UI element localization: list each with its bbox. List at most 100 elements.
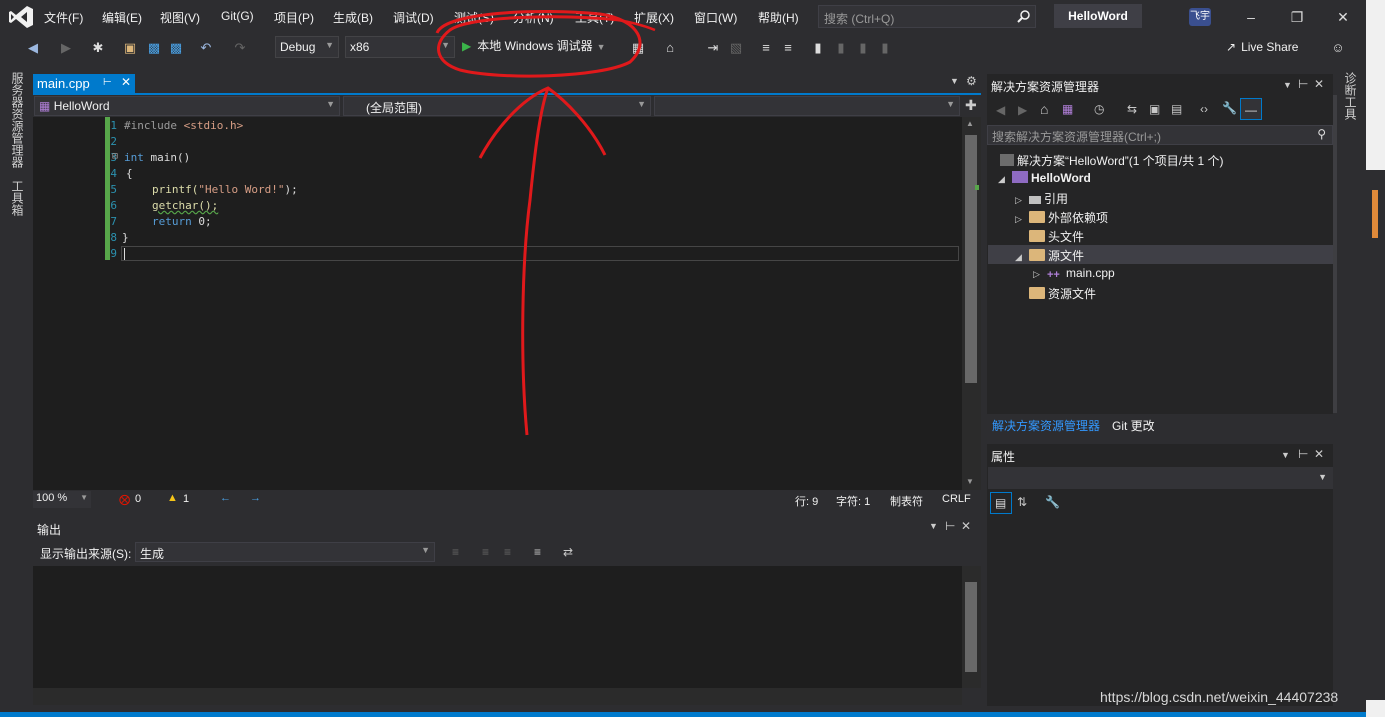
external-deps-node[interactable]: ▷ 外部依赖项 xyxy=(1015,209,1108,226)
zoom-select[interactable]: 100 % ▼ xyxy=(33,491,91,508)
expanded-icon[interactable]: ◢ xyxy=(1015,252,1029,263)
pin-icon[interactable]: ⊢ xyxy=(1298,77,1308,91)
main-cpp-node[interactable]: ▷ ++ main.cpp xyxy=(1033,266,1115,281)
chevron-down-icon[interactable]: ▼ xyxy=(929,521,938,531)
menu-edit[interactable]: 编辑(E) xyxy=(102,9,142,26)
references-node[interactable]: ▷ 引用 xyxy=(1015,190,1068,207)
tab-git-changes[interactable]: Git 更改 xyxy=(1112,417,1155,434)
close-icon[interactable]: ✕ xyxy=(1314,447,1324,461)
collapsed-icon[interactable]: ▷ xyxy=(1015,214,1029,225)
menu-view[interactable]: 视图(V) xyxy=(160,9,200,26)
server-explorer-tab[interactable]: 服务器资源管理器 xyxy=(9,72,26,168)
navigate-forward-icon[interactable]: ▶ xyxy=(58,40,74,56)
scrollbar-thumb[interactable] xyxy=(965,135,977,383)
collapse-icon[interactable]: ⊟ xyxy=(112,151,118,162)
scroll-up-icon[interactable]: ▲ xyxy=(966,119,974,128)
menu-tools[interactable]: 工具(T) xyxy=(575,9,614,26)
start-debugging-button[interactable]: ▶ 本地 Windows 调试器 ▼ xyxy=(462,37,606,57)
scroll-down-icon[interactable]: ▼ xyxy=(966,477,974,486)
split-editor-icon[interactable]: ✚ xyxy=(965,97,977,114)
diagnostics-tab[interactable]: 诊断工具 xyxy=(1342,72,1359,120)
uncomment-icon[interactable]: ≡ xyxy=(780,40,796,56)
code-view-icon[interactable]: ‹› xyxy=(1200,102,1208,116)
attach-icon[interactable]: ▦ xyxy=(630,40,646,56)
feedback-icon[interactable]: ☺ xyxy=(1330,40,1346,56)
prev-message-icon[interactable]: ≡ xyxy=(482,545,489,559)
categorized-button[interactable]: ▤ xyxy=(990,492,1012,514)
properties-object-select[interactable]: ▼ xyxy=(988,467,1333,489)
tab-main-cpp[interactable]: main.cpp ⊢ ✕ xyxy=(33,74,135,94)
next-message-icon[interactable]: ≡ xyxy=(504,545,511,559)
alphabetical-icon[interactable]: ⇅ xyxy=(1017,495,1027,509)
next-issue-icon[interactable]: → xyxy=(250,492,261,504)
collapse-all-icon[interactable]: ▣ xyxy=(1149,102,1160,116)
global-search-input[interactable]: 搜索 (Ctrl+Q) xyxy=(818,5,1036,28)
chevron-down-icon[interactable]: ▼ xyxy=(1281,450,1290,460)
step-icon[interactable]: ⇥ xyxy=(705,40,721,56)
browser-link-icon[interactable]: ⌂ xyxy=(662,40,678,56)
show-all-files-icon[interactable]: ▤ xyxy=(1171,102,1182,116)
resources-folder[interactable]: 资源文件 xyxy=(1029,285,1096,302)
menu-file[interactable]: 文件(F) xyxy=(44,9,83,26)
visual-studio-logo-icon[interactable] xyxy=(8,5,34,29)
live-share-button[interactable]: ↗ Live Share xyxy=(1226,40,1298,54)
undo-icon[interactable]: ↶ xyxy=(198,40,214,56)
pin-icon[interactable]: ⊢ xyxy=(103,77,112,88)
menu-analyze[interactable]: 分析(N) xyxy=(513,9,554,26)
close-icon[interactable]: ✕ xyxy=(961,519,971,533)
warning-icon[interactable]: ▲ xyxy=(167,492,178,504)
pending-changes-icon[interactable]: ◷ xyxy=(1094,102,1104,116)
sync-icon[interactable]: ⇆ xyxy=(1127,102,1137,116)
pin-icon[interactable]: ⊢ xyxy=(945,519,955,533)
menu-build[interactable]: 生成(B) xyxy=(333,9,373,26)
chevron-down-icon[interactable]: ▼ xyxy=(1283,80,1292,90)
project-node[interactable]: ◢ HelloWord xyxy=(998,171,1091,185)
settings-gear-icon[interactable]: ⚙ xyxy=(966,74,977,88)
new-project-icon[interactable]: ✱ xyxy=(90,40,106,56)
comment-icon[interactable]: ≡ xyxy=(758,40,774,56)
output-hscrollbar[interactable] xyxy=(33,688,962,705)
minimize-button[interactable]: – xyxy=(1228,6,1274,28)
properties-wrench-icon[interactable]: 🔧 xyxy=(1222,101,1237,115)
close-icon[interactable]: ✕ xyxy=(1314,77,1324,91)
platform-select[interactable]: x86 ▼ xyxy=(345,36,455,58)
save-all-icon[interactable]: ▩ xyxy=(168,40,184,56)
solution-node[interactable]: 解决方案“HelloWord”(1 个项目/共 1 个) xyxy=(1000,152,1223,169)
solution-explorer-search[interactable]: 搜索解决方案资源管理器(Ctrl+;) ⚲ xyxy=(987,125,1333,145)
editor-scrollbar[interactable]: ▲ ▼ xyxy=(962,117,981,490)
output-text-area[interactable] xyxy=(33,566,962,688)
headers-folder[interactable]: 头文件 xyxy=(1029,228,1084,245)
next-bookmark-icon[interactable]: ▮ xyxy=(855,40,871,56)
navigate-back-icon[interactable]: ◀ xyxy=(25,40,41,56)
project-nav-combo[interactable]: ▦ HelloWord ▼ xyxy=(34,96,340,116)
error-icon[interactable]: ⨂ xyxy=(119,493,130,506)
eol-indicator[interactable]: CRLF xyxy=(942,493,971,505)
menu-project[interactable]: 项目(P) xyxy=(274,9,314,26)
preview-selected-button[interactable]: ― xyxy=(1240,98,1262,120)
save-icon[interactable]: ▩ xyxy=(146,40,162,56)
prev-bookmark-icon[interactable]: ▮ xyxy=(833,40,849,56)
menu-window[interactable]: 窗口(W) xyxy=(694,9,737,26)
scrollbar-thumb[interactable] xyxy=(965,582,977,672)
menu-extensions[interactable]: 扩展(X) xyxy=(634,9,674,26)
redo-icon[interactable]: ↷ xyxy=(232,40,248,56)
home-icon[interactable]: ⌂ xyxy=(1040,101,1048,117)
collapsed-icon[interactable]: ▷ xyxy=(1033,269,1047,280)
code-editor[interactable]: 1 2 3 4 5 6 7 8 9 #include <stdio.h> ⊟ i… xyxy=(33,117,962,490)
switch-views-icon[interactable]: ▦ xyxy=(1062,102,1073,116)
pin-icon[interactable]: ⊢ xyxy=(1298,447,1308,461)
expanded-icon[interactable]: ◢ xyxy=(998,174,1012,185)
close-icon[interactable]: ✕ xyxy=(121,75,131,89)
forward-icon[interactable]: ▶ xyxy=(1018,103,1027,117)
clear-bookmarks-icon[interactable]: ▮ xyxy=(877,40,893,56)
menu-test[interactable]: 测试(S) xyxy=(454,9,494,26)
word-wrap-icon[interactable]: ⇄ xyxy=(563,545,573,559)
find-message-icon[interactable]: ≡ xyxy=(452,545,459,559)
output-scrollbar[interactable] xyxy=(962,566,981,688)
member-nav-combo[interactable]: ▼ xyxy=(654,96,960,116)
tab-solution-explorer[interactable]: 解决方案资源管理器 xyxy=(992,417,1100,434)
close-button[interactable]: ✕ xyxy=(1320,6,1366,28)
prev-issue-icon[interactable]: ← xyxy=(220,492,231,504)
configuration-select[interactable]: Debug ▼ xyxy=(275,36,339,58)
scope-nav-combo[interactable]: (全局范围) ▼ xyxy=(343,96,651,116)
